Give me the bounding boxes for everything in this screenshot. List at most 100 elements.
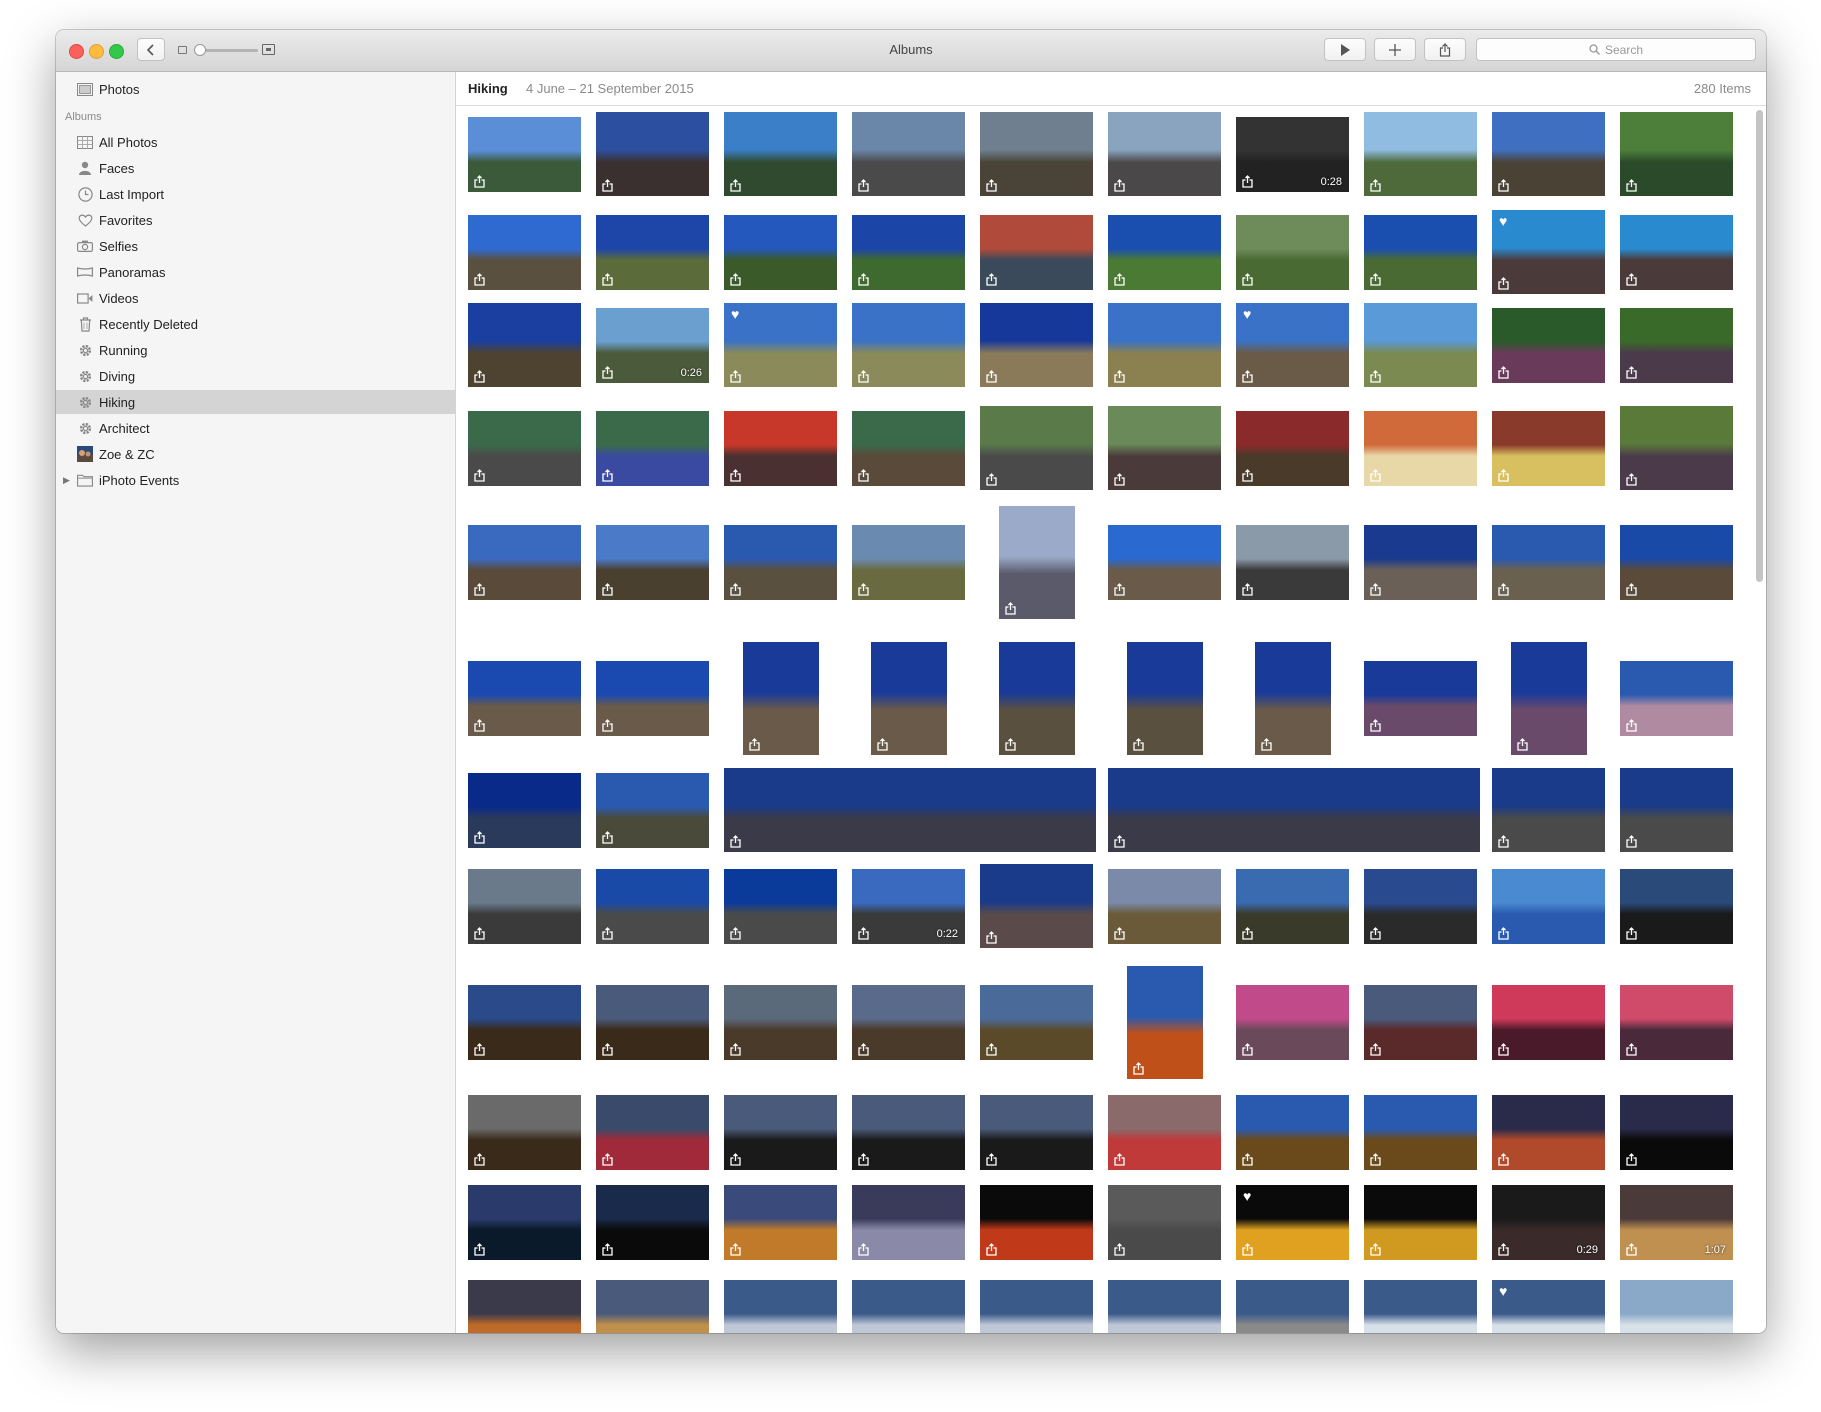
- photo-thumbnail[interactable]: [980, 406, 1093, 490]
- photo-thumbnail[interactable]: ♥: [1492, 210, 1605, 294]
- photo-thumbnail[interactable]: [596, 984, 709, 1060]
- sidebar-item-videos[interactable]: Videos: [56, 286, 455, 310]
- photo-thumbnail[interactable]: [1364, 410, 1477, 486]
- photo-thumbnail[interactable]: [468, 660, 581, 736]
- photo-thumbnail[interactable]: [852, 1279, 965, 1333]
- photo-thumbnail[interactable]: [1620, 660, 1733, 736]
- photo-thumbnail[interactable]: [1492, 768, 1605, 852]
- photo-thumbnail[interactable]: [1236, 214, 1349, 290]
- photo-thumbnail[interactable]: 1:07: [1620, 1184, 1733, 1260]
- photo-thumbnail[interactable]: [980, 1279, 1093, 1333]
- sidebar-item-all-photos[interactable]: All Photos: [56, 130, 455, 154]
- photo-thumbnail[interactable]: [1620, 524, 1733, 600]
- sidebar-item-hiking[interactable]: Hiking: [56, 390, 455, 414]
- photo-thumbnail[interactable]: 0:28: [1236, 116, 1349, 192]
- photo-thumbnail[interactable]: [468, 1094, 581, 1170]
- photo-thumbnail[interactable]: 0:29: [1492, 1184, 1605, 1260]
- sidebar-item-last-import[interactable]: Last Import: [56, 182, 455, 206]
- photo-thumbnail[interactable]: ♥: [1236, 303, 1349, 387]
- photo-thumbnail[interactable]: [596, 112, 709, 196]
- photo-thumbnail[interactable]: [1108, 768, 1480, 852]
- photo-thumbnail[interactable]: [596, 660, 709, 736]
- photo-thumbnail[interactable]: [724, 214, 837, 290]
- photo-thumbnail[interactable]: [724, 112, 837, 196]
- photo-thumbnail[interactable]: [1108, 868, 1221, 944]
- photo-thumbnail[interactable]: [1492, 868, 1605, 944]
- photo-thumbnail[interactable]: [1108, 406, 1221, 490]
- photo-thumbnail[interactable]: [724, 524, 837, 600]
- share-button[interactable]: [1424, 38, 1466, 61]
- photo-thumbnail[interactable]: [852, 112, 965, 196]
- photo-thumbnail[interactable]: [980, 1094, 1093, 1170]
- photo-thumbnail[interactable]: [1364, 1279, 1477, 1333]
- photo-thumbnail[interactable]: [1236, 1094, 1349, 1170]
- photo-thumbnail[interactable]: [468, 1279, 581, 1333]
- photo-thumbnail[interactable]: [1108, 524, 1221, 600]
- photo-thumbnail[interactable]: [468, 410, 581, 486]
- photo-thumbnail[interactable]: [1364, 660, 1477, 736]
- photo-thumbnail[interactable]: [1620, 1279, 1733, 1333]
- photo-thumbnail[interactable]: ♥: [724, 303, 837, 387]
- photo-thumbnail[interactable]: [468, 772, 581, 848]
- photo-thumbnail[interactable]: [468, 984, 581, 1060]
- photo-thumbnail[interactable]: [596, 1279, 709, 1333]
- sidebar-item-iphoto-events[interactable]: ▶ iPhoto Events: [56, 468, 455, 492]
- photo-thumbnail[interactable]: ♥: [1236, 1184, 1349, 1260]
- photo-thumbnail[interactable]: [1492, 1094, 1605, 1170]
- slideshow-button[interactable]: [1324, 38, 1366, 61]
- photo-thumbnail[interactable]: [1492, 307, 1605, 383]
- photo-thumbnail[interactable]: [852, 984, 965, 1060]
- photo-thumbnail[interactable]: 0:22: [852, 868, 965, 944]
- photo-thumbnail[interactable]: [468, 1184, 581, 1260]
- photo-thumbnail[interactable]: [1236, 524, 1349, 600]
- photo-thumbnail[interactable]: [980, 112, 1093, 196]
- sidebar-item-recently-deleted[interactable]: Recently Deleted: [56, 312, 455, 336]
- photo-thumbnail[interactable]: [1108, 1279, 1221, 1333]
- photo-thumbnail[interactable]: [852, 410, 965, 486]
- photo-thumbnail[interactable]: [724, 1094, 837, 1170]
- photo-thumbnail[interactable]: [852, 1184, 965, 1260]
- photo-thumbnail[interactable]: [596, 214, 709, 290]
- photo-thumbnail[interactable]: [468, 214, 581, 290]
- photo-thumbnail[interactable]: [724, 984, 837, 1060]
- photo-thumbnail[interactable]: ♥: [1492, 1279, 1605, 1333]
- photo-thumbnail[interactable]: [1620, 214, 1733, 290]
- photo-thumbnail[interactable]: [1620, 868, 1733, 944]
- sidebar-item-panoramas[interactable]: Panoramas: [56, 260, 455, 284]
- photo-thumbnail[interactable]: [1364, 868, 1477, 944]
- sidebar-item-photos[interactable]: Photos: [56, 77, 455, 101]
- photo-thumbnail[interactable]: [1108, 1184, 1221, 1260]
- photo-thumbnail[interactable]: [596, 1094, 709, 1170]
- photo-thumbnail[interactable]: [724, 1279, 837, 1333]
- photo-thumbnail[interactable]: 0:26: [596, 307, 709, 383]
- photo-thumbnail[interactable]: [1492, 984, 1605, 1060]
- photo-thumbnail[interactable]: [596, 410, 709, 486]
- photo-thumbnail[interactable]: [1364, 1094, 1477, 1170]
- photo-thumbnail[interactable]: [596, 1184, 709, 1260]
- photo-thumbnail[interactable]: [724, 1184, 837, 1260]
- photo-thumbnail[interactable]: [870, 641, 947, 755]
- photo-thumbnail[interactable]: [1236, 984, 1349, 1060]
- photo-thumbnail[interactable]: [1108, 1094, 1221, 1170]
- search-field[interactable]: Search: [1476, 38, 1756, 61]
- photo-thumbnail[interactable]: [852, 214, 965, 290]
- sidebar-item-faces[interactable]: Faces: [56, 156, 455, 180]
- photo-thumbnail[interactable]: [468, 524, 581, 600]
- photo-thumbnail[interactable]: [724, 768, 1096, 852]
- photo-thumbnail[interactable]: [724, 410, 837, 486]
- photo-thumbnail[interactable]: [596, 868, 709, 944]
- photo-thumbnail[interactable]: [1620, 768, 1733, 852]
- photo-thumbnail[interactable]: [980, 984, 1093, 1060]
- photo-thumbnail[interactable]: [724, 868, 837, 944]
- add-button[interactable]: [1374, 38, 1416, 61]
- sidebar-item-diving[interactable]: Diving: [56, 364, 455, 388]
- photo-thumbnail[interactable]: [1492, 524, 1605, 600]
- photo-thumbnail[interactable]: [1236, 1279, 1349, 1333]
- photo-thumbnail[interactable]: [1364, 303, 1477, 387]
- photo-thumbnail[interactable]: [468, 116, 581, 192]
- photo-thumbnail[interactable]: [1236, 410, 1349, 486]
- photo-thumbnail[interactable]: [1108, 112, 1221, 196]
- photo-thumbnail[interactable]: [1492, 410, 1605, 486]
- photo-thumbnail[interactable]: [1492, 112, 1605, 196]
- photo-thumbnail[interactable]: [1364, 214, 1477, 290]
